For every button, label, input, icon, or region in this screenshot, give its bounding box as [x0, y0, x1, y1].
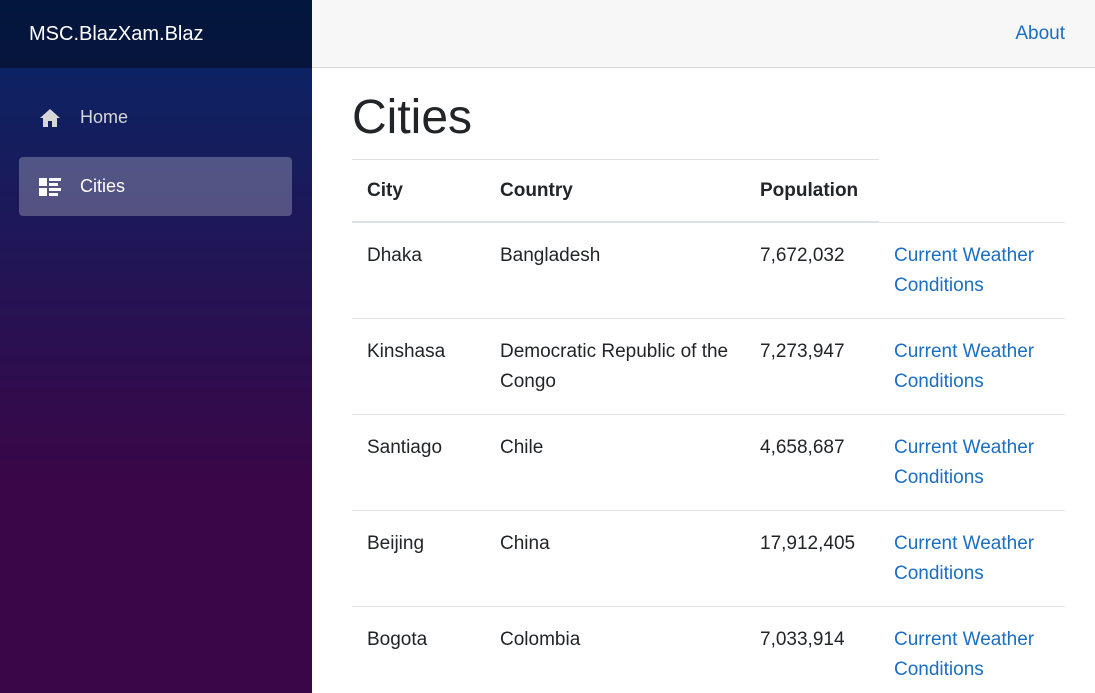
weather-link[interactable]: Current Weather Conditions — [894, 629, 1034, 680]
header-city: City — [352, 159, 485, 223]
cell-country: Chile — [485, 414, 745, 511]
table-header-row: City Country Population — [352, 159, 1065, 223]
content: Cities City Country Population Dhaka Ban… — [312, 68, 1095, 693]
brand-bar: MSC.BlazXam.Blaz — [0, 0, 312, 68]
cities-table: City Country Population Dhaka Bangladesh… — [352, 159, 1065, 693]
sidebar-item-home[interactable]: Home — [19, 88, 292, 147]
header-country: Country — [485, 159, 745, 223]
sidebar: MSC.BlazXam.Blaz Home Cities — [0, 0, 312, 693]
weather-link[interactable]: Current Weather Conditions — [894, 341, 1034, 392]
cell-action: Current Weather Conditions — [879, 221, 1065, 319]
cell-city: Kinshasa — [352, 318, 485, 415]
table-row: Beijing China 17,912,405 Current Weather… — [352, 510, 1065, 607]
cell-action: Current Weather Conditions — [879, 606, 1065, 693]
cell-population: 4,658,687 — [745, 414, 879, 511]
weather-link[interactable]: Current Weather Conditions — [894, 437, 1034, 488]
cell-city: Dhaka — [352, 221, 485, 319]
table-row: Dhaka Bangladesh 7,672,032 Current Weath… — [352, 221, 1065, 319]
about-link[interactable]: About — [1015, 23, 1065, 45]
cell-country: Colombia — [485, 606, 745, 693]
cell-city: Bogota — [352, 606, 485, 693]
home-icon — [38, 106, 62, 130]
cell-action: Current Weather Conditions — [879, 414, 1065, 511]
cell-action: Current Weather Conditions — [879, 510, 1065, 607]
header-actions — [879, 160, 1065, 223]
cell-city: Santiago — [352, 414, 485, 511]
main-area: About Cities City Country Population Dha… — [312, 0, 1095, 693]
sidebar-nav: Home Cities — [0, 68, 312, 216]
weather-link[interactable]: Current Weather Conditions — [894, 245, 1034, 296]
cell-city: Beijing — [352, 510, 485, 607]
cell-country: China — [485, 510, 745, 607]
cell-country: Democratic Republic of the Congo — [485, 318, 745, 415]
sidebar-item-label: Cities — [80, 176, 126, 196]
cell-population: 17,912,405 — [745, 510, 879, 607]
app-root: MSC.BlazXam.Blaz Home Cities About Citie… — [0, 0, 1095, 693]
header-population: Population — [745, 159, 879, 223]
brand-link[interactable]: MSC.BlazXam.Blaz — [29, 23, 204, 46]
cell-population: 7,672,032 — [745, 221, 879, 319]
top-row: About — [312, 0, 1095, 68]
sidebar-item-cities[interactable]: Cities — [19, 157, 292, 216]
page-title: Cities — [352, 91, 473, 144]
cell-population: 7,033,914 — [745, 606, 879, 693]
table-row: Kinshasa Democratic Republic of the Cong… — [352, 318, 1065, 415]
table-row: Bogota Colombia 7,033,914 Current Weathe… — [352, 606, 1065, 693]
cell-country: Bangladesh — [485, 221, 745, 319]
cell-population: 7,273,947 — [745, 318, 879, 415]
weather-link[interactable]: Current Weather Conditions — [894, 533, 1034, 584]
sidebar-item-label: Home — [80, 107, 129, 127]
table-row: Santiago Chile 4,658,687 Current Weather… — [352, 414, 1065, 511]
list-icon — [38, 175, 62, 199]
cell-action: Current Weather Conditions — [879, 318, 1065, 415]
